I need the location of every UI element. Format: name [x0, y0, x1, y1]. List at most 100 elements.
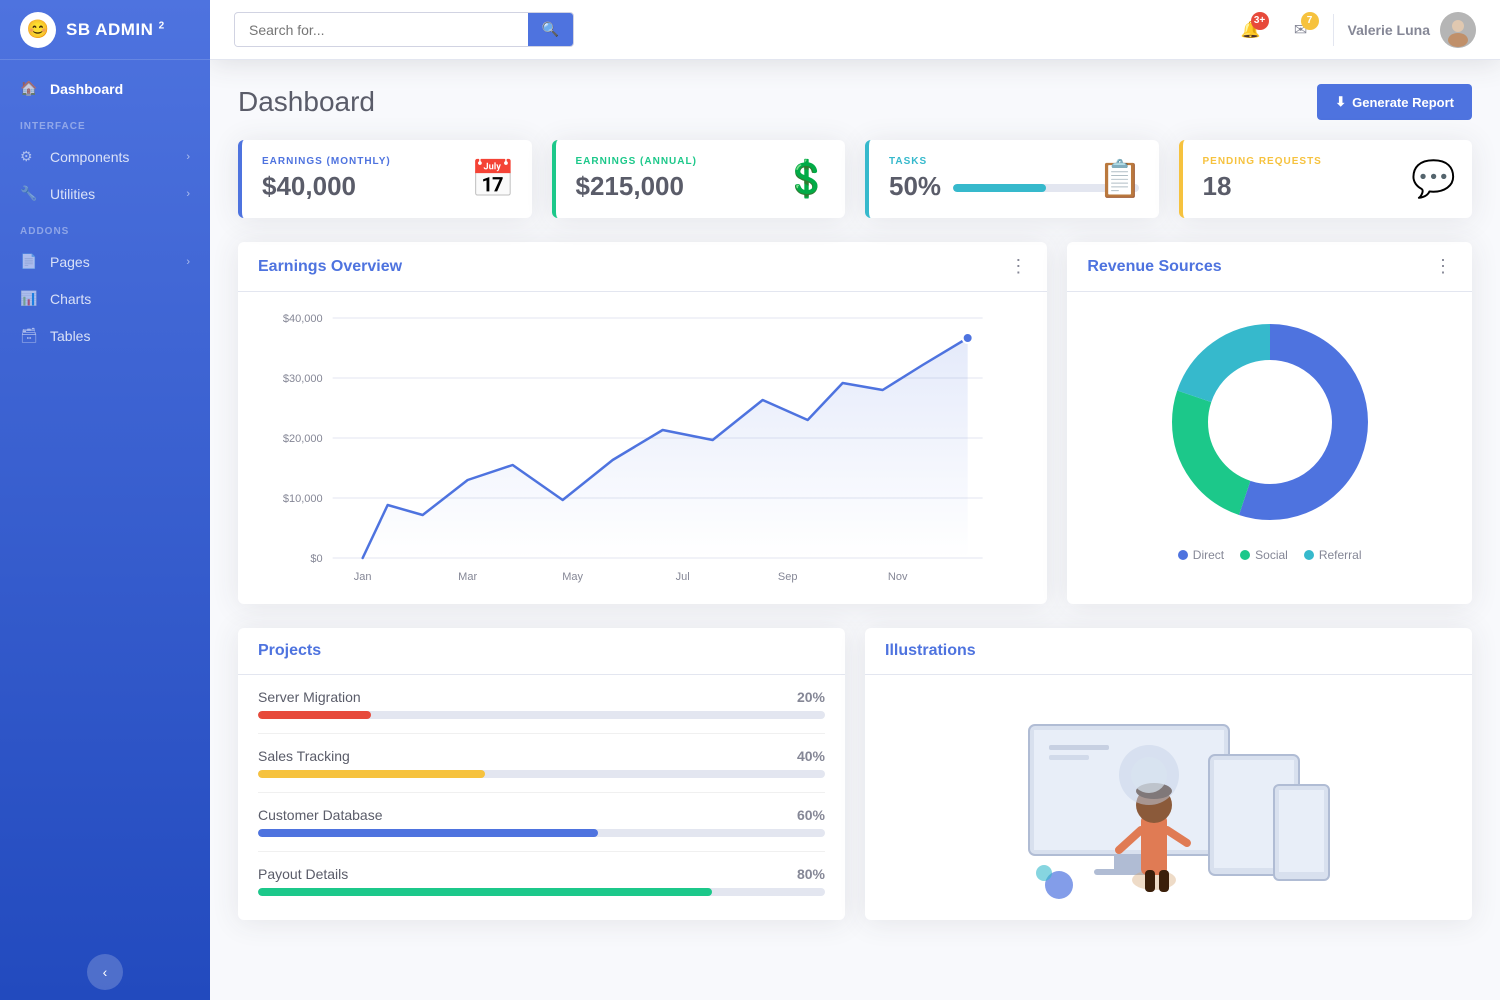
stat-icon-calendar: 📅: [471, 158, 516, 200]
sidebar-section-interface: INTERFACE: [0, 107, 210, 138]
projects-card: Projects Server Migration 20%: [238, 628, 845, 920]
tables-icon: 🗃: [20, 327, 40, 344]
search-button[interactable]: 🔍: [528, 13, 573, 46]
stat-card-tasks: TASKS 50% 📋: [865, 140, 1159, 218]
project-progress-fill: [258, 711, 371, 719]
project-pct: 40%: [797, 748, 825, 764]
project-name: Customer Database: [258, 807, 383, 823]
project-progress-bar: [258, 888, 825, 896]
svg-text:$0: $0: [310, 553, 322, 565]
project-progress-fill: [258, 888, 712, 896]
project-progress-bar: [258, 829, 825, 837]
svg-text:$40,000: $40,000: [283, 313, 323, 325]
svg-text:Jul: Jul: [676, 571, 690, 583]
chart-header: Revenue Sources ⋮: [1067, 242, 1472, 292]
sidebar-item-components[interactable]: ⚙ Components ›: [0, 138, 210, 175]
svg-text:$10,000: $10,000: [283, 493, 323, 505]
chart-menu-icon[interactable]: ⋮: [1434, 256, 1452, 277]
earnings-chart-card: Earnings Overview ⋮ $40,000: [238, 242, 1047, 604]
sidebar-nav: 🏠 Dashboard INTERFACE ⚙ Components › 🔧 U…: [0, 60, 210, 944]
chart-header: Earnings Overview ⋮: [238, 242, 1047, 292]
project-name: Payout Details: [258, 866, 348, 882]
illustration-svg: [969, 695, 1369, 895]
content-header: Dashboard ⬇ Generate Report: [238, 84, 1472, 120]
chevron-right-icon: ›: [186, 151, 190, 163]
stat-card-pending: PENDING REQUESTS 18 💬: [1179, 140, 1473, 218]
page-title: Dashboard: [238, 86, 375, 118]
brand-name: SB ADMIN 2: [66, 20, 165, 40]
svg-text:Jan: Jan: [354, 571, 372, 583]
project-progress-bar: [258, 770, 825, 778]
stat-icon-dollar: 💲: [784, 158, 829, 200]
svg-text:Sep: Sep: [778, 571, 798, 583]
sidebar-item-pages[interactable]: 📄 Pages ›: [0, 243, 210, 280]
generate-report-button[interactable]: ⬇ Generate Report: [1317, 84, 1472, 120]
projects-body: Server Migration 20% Sales Tracking 40%: [238, 675, 845, 920]
sidebar-section-addons: ADDONS: [0, 212, 210, 243]
illustrations-card: Illustrations: [865, 628, 1472, 920]
messages-badge: 7: [1301, 12, 1319, 30]
chevron-right-icon: ›: [186, 256, 190, 268]
pages-icon: 📄: [20, 253, 40, 270]
notifications-button[interactable]: 🔔 3+: [1233, 12, 1269, 48]
svg-text:Mar: Mar: [458, 571, 477, 583]
projects-title: Projects: [258, 642, 825, 660]
svg-text:May: May: [562, 571, 583, 583]
download-icon: ⬇: [1335, 94, 1346, 110]
svg-text:$20,000: $20,000: [283, 433, 323, 445]
stat-card-earnings-monthly: EARNINGS (MONTHLY) $40,000 📅: [238, 140, 532, 218]
sidebar-item-dashboard[interactable]: 🏠 Dashboard: [0, 70, 210, 107]
project-progress-fill: [258, 770, 485, 778]
stat-icon-clipboard: 📋: [1098, 158, 1143, 200]
project-pct: 80%: [797, 866, 825, 882]
project-name: Sales Tracking: [258, 748, 350, 764]
sidebar: 😊 SB ADMIN 2 🏠 Dashboard INTERFACE ⚙ Com…: [0, 0, 210, 1000]
search-input[interactable]: [235, 14, 528, 46]
user-name: Valerie Luna: [1348, 22, 1430, 38]
project-progress-fill: [258, 829, 598, 837]
chart-title: Revenue Sources: [1087, 258, 1221, 276]
sidebar-collapse-button[interactable]: ‹: [87, 954, 123, 990]
chevron-right-icon: ›: [186, 188, 190, 200]
main-area: 🔍 🔔 3+ ✉ 7 Valerie Luna: [210, 0, 1500, 1000]
table-row: Payout Details 80%: [258, 852, 825, 910]
charts-row: Earnings Overview ⋮ $40,000: [238, 242, 1472, 604]
chart-title: Earnings Overview: [258, 258, 402, 276]
illustrations-header: Illustrations: [865, 628, 1472, 675]
donut-chart: [1160, 312, 1380, 532]
tasks-progress-fill: [953, 184, 1046, 192]
illustrations-title: Illustrations: [885, 642, 1452, 660]
project-pct: 60%: [797, 807, 825, 823]
charts-icon: 📊: [20, 290, 40, 307]
table-row: Sales Tracking 40%: [258, 734, 825, 793]
sidebar-item-tables[interactable]: 🗃 Tables: [0, 317, 210, 354]
utilities-icon: 🔧: [20, 185, 40, 202]
svg-text:Nov: Nov: [888, 571, 908, 583]
stat-card-earnings-annual: EARNINGS (ANNUAL) $215,000 💲: [552, 140, 846, 218]
messages-button[interactable]: ✉ 7: [1283, 12, 1319, 48]
brand-icon: 😊: [20, 12, 56, 48]
topbar-divider: [1333, 14, 1334, 46]
project-name: Server Migration: [258, 689, 361, 705]
content-area: Dashboard ⬇ Generate Report EARNINGS (MO…: [210, 60, 1500, 1000]
projects-header: Projects: [238, 628, 845, 675]
sidebar-item-charts[interactable]: 📊 Charts: [0, 280, 210, 317]
table-row: Server Migration 20%: [258, 675, 825, 734]
user-info[interactable]: Valerie Luna: [1348, 12, 1476, 48]
brand[interactable]: 😊 SB ADMIN 2: [0, 0, 210, 60]
topbar-right: 🔔 3+ ✉ 7 Valerie Luna: [1233, 12, 1476, 48]
chart-menu-icon[interactable]: ⋮: [1009, 256, 1027, 277]
legend-social: Social: [1240, 548, 1288, 562]
legend-dot-direct: [1178, 550, 1188, 560]
revenue-chart-card: Revenue Sources ⋮: [1067, 242, 1472, 604]
components-icon: ⚙: [20, 148, 40, 165]
project-pct: 20%: [797, 689, 825, 705]
svg-text:$30,000: $30,000: [283, 373, 323, 385]
legend-dot-social: [1240, 550, 1250, 560]
line-chart: $40,000 $30,000 $20,000 $10,000 $0 Jan M…: [258, 308, 1027, 588]
bottom-row: Projects Server Migration 20%: [238, 628, 1472, 920]
sidebar-item-utilities[interactable]: 🔧 Utilities ›: [0, 175, 210, 212]
donut-chart-wrap: Direct Social Referral: [1067, 292, 1472, 582]
stat-icon-chat: 💬: [1411, 158, 1456, 200]
topbar: 🔍 🔔 3+ ✉ 7 Valerie Luna: [210, 0, 1500, 60]
